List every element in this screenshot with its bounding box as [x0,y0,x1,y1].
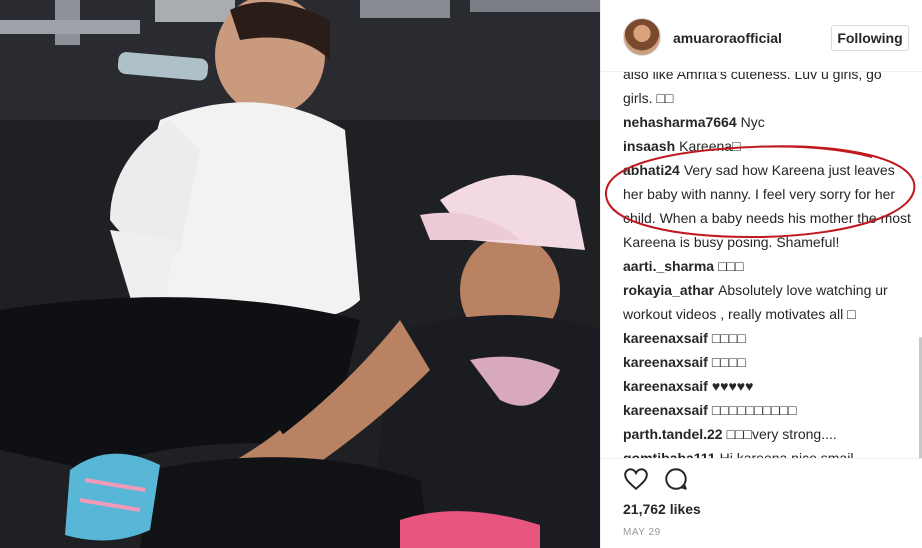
comment-text: □□□□ [711,330,746,346]
comment-username[interactable]: kareenaxsaif [623,402,708,418]
avatar[interactable] [623,18,661,56]
comment-username[interactable]: gomtibaba111 [623,450,716,458]
comment-text: also like Amrita's cuteness. Luv u girls… [623,72,882,106]
comment-item: kareenaxsaif □□□□ [623,350,913,374]
comment-username[interactable]: kareenaxsaif [623,330,708,346]
heart-icon[interactable] [623,466,649,492]
post-date: MAY 29 [623,527,661,538]
comment-text: □□□□ [711,354,746,370]
comment-item: parth.tandel.22 □□□very strong.... [623,422,913,446]
comments-scroll-content: also like Amrita's cuteness. Luv u girls… [623,72,913,458]
post-header: amuaroraofficial Following [601,0,922,72]
comment-username[interactable]: abhati24 [623,162,680,178]
comment-username[interactable]: aarti._sharma [623,258,714,274]
comments-list[interactable]: also like Amrita's cuteness. Luv u girls… [601,72,922,458]
comment-item: nehasharma7664 Nyc [623,110,913,134]
post-details-panel: amuaroraofficial Following also like Amr… [600,0,922,548]
post-actions: 21,762 likes MAY 29 [601,458,922,548]
likes-count[interactable]: 21,762 likes [623,501,701,517]
comment-text: Nyc [740,114,765,130]
comment-item: kareenaxsaif □□□□ [623,326,913,350]
comment-item: insaash Kareena□ [623,134,913,158]
speech-bubble-icon[interactable] [663,466,689,492]
comment-username[interactable]: parth.tandel.22 [623,426,723,442]
comment-item: gomtibaba111 Hi kareena nice smail [623,446,913,458]
comment-text: Kareena□ [679,138,741,154]
post-username[interactable]: amuaroraofficial [673,30,782,46]
comment-item: aarti._sharma □□□ [623,254,913,278]
comment-text: Hi kareena nice smail [719,450,854,458]
comment-text: □□□□□□□□□□ [711,402,797,418]
comment-username[interactable]: insaash [623,138,675,154]
comment-item: abhati24 Very sad how Kareena just leaves… [623,158,913,254]
comment-username[interactable]: rokayia_athar [623,282,714,298]
comment-text: ♥♥♥♥♥ [711,378,754,394]
comment-text: □□□ [718,258,744,274]
following-button[interactable]: Following [831,25,909,51]
post-photo[interactable] [0,0,600,548]
comment-username[interactable]: kareenaxsaif [623,354,708,370]
comment-item: kareenaxsaif ♥♥♥♥♥ [623,374,913,398]
comment-username[interactable]: kareenaxsaif [623,378,708,394]
comment-item: also like Amrita's cuteness. Luv u girls… [623,72,913,110]
comment-username[interactable]: nehasharma7664 [623,114,737,130]
comment-item: rokayia_athar Absolutely love watching ur… [623,278,913,326]
comment-text: □□□very strong.... [726,426,837,442]
comment-item: kareenaxsaif □□□□□□□□□□ [623,398,913,422]
